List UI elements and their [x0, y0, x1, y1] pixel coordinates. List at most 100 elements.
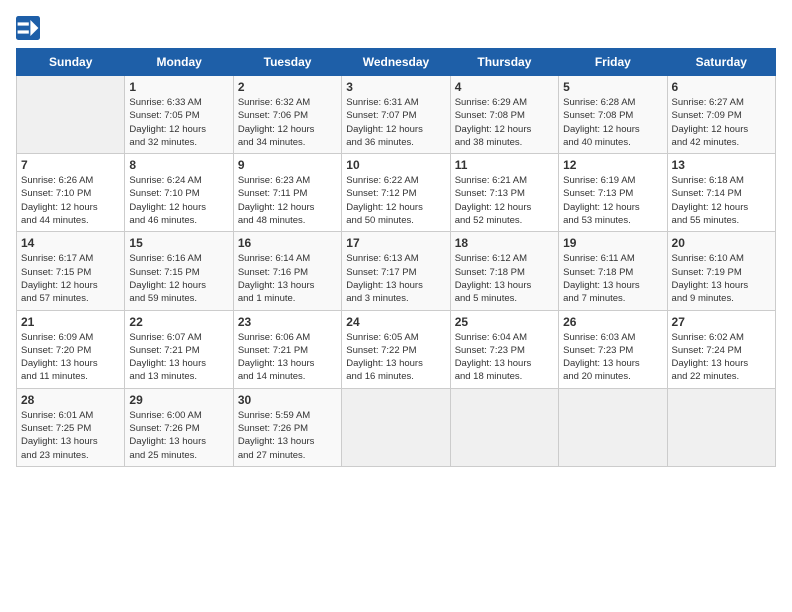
day-cell: 28 Sunrise: 6:01 AMSunset: 7:25 PMDayligh…	[17, 388, 125, 466]
week-row-4: 21 Sunrise: 6:09 AMSunset: 7:20 PMDayligh…	[17, 310, 776, 388]
day-detail: Sunrise: 6:01 AMSunset: 7:25 PMDaylight:…	[21, 409, 120, 462]
day-detail: Sunrise: 6:13 AMSunset: 7:17 PMDaylight:…	[346, 252, 445, 305]
day-number: 8	[129, 158, 228, 172]
day-detail: Sunrise: 6:32 AMSunset: 7:06 PMDaylight:…	[238, 96, 337, 149]
day-cell: 9 Sunrise: 6:23 AMSunset: 7:11 PMDaylight…	[233, 154, 341, 232]
day-detail: Sunrise: 6:02 AMSunset: 7:24 PMDaylight:…	[672, 331, 771, 384]
day-number: 4	[455, 80, 554, 94]
day-number: 13	[672, 158, 771, 172]
day-cell: 2 Sunrise: 6:32 AMSunset: 7:06 PMDaylight…	[233, 76, 341, 154]
day-detail: Sunrise: 6:11 AMSunset: 7:18 PMDaylight:…	[563, 252, 662, 305]
day-cell: 3 Sunrise: 6:31 AMSunset: 7:07 PMDaylight…	[342, 76, 450, 154]
day-cell: 11 Sunrise: 6:21 AMSunset: 7:13 PMDayligh…	[450, 154, 558, 232]
day-number: 25	[455, 315, 554, 329]
day-detail: Sunrise: 6:19 AMSunset: 7:13 PMDaylight:…	[563, 174, 662, 227]
day-cell: 24 Sunrise: 6:05 AMSunset: 7:22 PMDayligh…	[342, 310, 450, 388]
day-detail: Sunrise: 6:06 AMSunset: 7:21 PMDaylight:…	[238, 331, 337, 384]
day-number: 28	[21, 393, 120, 407]
day-number: 10	[346, 158, 445, 172]
day-number: 24	[346, 315, 445, 329]
day-number: 30	[238, 393, 337, 407]
day-detail: Sunrise: 6:27 AMSunset: 7:09 PMDaylight:…	[672, 96, 771, 149]
header-tuesday: Tuesday	[233, 49, 341, 76]
day-detail: Sunrise: 6:31 AMSunset: 7:07 PMDaylight:…	[346, 96, 445, 149]
day-number: 2	[238, 80, 337, 94]
day-detail: Sunrise: 6:12 AMSunset: 7:18 PMDaylight:…	[455, 252, 554, 305]
day-cell	[17, 76, 125, 154]
header-sunday: Sunday	[17, 49, 125, 76]
calendar-header-row: SundayMondayTuesdayWednesdayThursdayFrid…	[17, 49, 776, 76]
header-saturday: Saturday	[667, 49, 775, 76]
day-detail: Sunrise: 6:14 AMSunset: 7:16 PMDaylight:…	[238, 252, 337, 305]
day-cell: 16Sunrise: 6:14 AMSunset: 7:16 PMDayligh…	[233, 232, 341, 310]
day-cell	[667, 388, 775, 466]
header-thursday: Thursday	[450, 49, 558, 76]
day-cell: 7 Sunrise: 6:26 AMSunset: 7:10 PMDaylight…	[17, 154, 125, 232]
week-row-5: 28 Sunrise: 6:01 AMSunset: 7:25 PMDayligh…	[17, 388, 776, 466]
day-detail: Sunrise: 6:26 AMSunset: 7:10 PMDaylight:…	[21, 174, 120, 227]
day-number: 29	[129, 393, 228, 407]
day-cell: 4 Sunrise: 6:29 AMSunset: 7:08 PMDaylight…	[450, 76, 558, 154]
day-number: 22	[129, 315, 228, 329]
day-cell: 10 Sunrise: 6:22 AMSunset: 7:12 PMDayligh…	[342, 154, 450, 232]
logo-icon	[16, 16, 40, 40]
day-cell: 15 Sunrise: 6:16 AMSunset: 7:15 PMDayligh…	[125, 232, 233, 310]
day-number: 18	[455, 236, 554, 250]
header-wednesday: Wednesday	[342, 49, 450, 76]
day-cell: 14 Sunrise: 6:17 AMSunset: 7:15 PMDayligh…	[17, 232, 125, 310]
day-detail: Sunrise: 6:05 AMSunset: 7:22 PMDaylight:…	[346, 331, 445, 384]
day-detail: Sunrise: 6:33 AMSunset: 7:05 PMDaylight:…	[129, 96, 228, 149]
day-detail: Sunrise: 6:21 AMSunset: 7:13 PMDaylight:…	[455, 174, 554, 227]
day-cell: 13 Sunrise: 6:18 AMSunset: 7:14 PMDayligh…	[667, 154, 775, 232]
day-detail: Sunrise: 6:29 AMSunset: 7:08 PMDaylight:…	[455, 96, 554, 149]
day-number: 26	[563, 315, 662, 329]
day-number: 5	[563, 80, 662, 94]
day-number: 15	[129, 236, 228, 250]
day-number: 9	[238, 158, 337, 172]
day-cell: 29 Sunrise: 6:00 AMSunset: 7:26 PMDayligh…	[125, 388, 233, 466]
day-cell: 20Sunrise: 6:10 AMSunset: 7:19 PMDayligh…	[667, 232, 775, 310]
day-detail: Sunrise: 6:17 AMSunset: 7:15 PMDaylight:…	[21, 252, 120, 305]
day-number: 20	[672, 236, 771, 250]
day-detail: Sunrise: 6:22 AMSunset: 7:12 PMDaylight:…	[346, 174, 445, 227]
day-number: 1	[129, 80, 228, 94]
calendar-table: SundayMondayTuesdayWednesdayThursdayFrid…	[16, 48, 776, 467]
day-cell: 17 Sunrise: 6:13 AMSunset: 7:17 PMDayligh…	[342, 232, 450, 310]
day-detail: Sunrise: 6:04 AMSunset: 7:23 PMDaylight:…	[455, 331, 554, 384]
header-monday: Monday	[125, 49, 233, 76]
week-row-1: 1 Sunrise: 6:33 AMSunset: 7:05 PMDaylight…	[17, 76, 776, 154]
day-number: 12	[563, 158, 662, 172]
day-number: 14	[21, 236, 120, 250]
day-number: 7	[21, 158, 120, 172]
day-detail: Sunrise: 6:09 AMSunset: 7:20 PMDaylight:…	[21, 331, 120, 384]
day-number: 21	[21, 315, 120, 329]
day-number: 19	[563, 236, 662, 250]
day-detail: Sunrise: 6:24 AMSunset: 7:10 PMDaylight:…	[129, 174, 228, 227]
day-number: 17	[346, 236, 445, 250]
day-detail: Sunrise: 6:18 AMSunset: 7:14 PMDaylight:…	[672, 174, 771, 227]
header	[16, 16, 776, 40]
day-number: 11	[455, 158, 554, 172]
day-detail: Sunrise: 6:07 AMSunset: 7:21 PMDaylight:…	[129, 331, 228, 384]
day-cell: 21 Sunrise: 6:09 AMSunset: 7:20 PMDayligh…	[17, 310, 125, 388]
day-cell: 25 Sunrise: 6:04 AMSunset: 7:23 PMDayligh…	[450, 310, 558, 388]
day-detail: Sunrise: 6:00 AMSunset: 7:26 PMDaylight:…	[129, 409, 228, 462]
day-cell: 30 Sunrise: 5:59 AMSunset: 7:26 PMDayligh…	[233, 388, 341, 466]
day-cell	[450, 388, 558, 466]
day-detail: Sunrise: 6:16 AMSunset: 7:15 PMDaylight:…	[129, 252, 228, 305]
day-detail: Sunrise: 6:28 AMSunset: 7:08 PMDaylight:…	[563, 96, 662, 149]
day-cell: 8 Sunrise: 6:24 AMSunset: 7:10 PMDaylight…	[125, 154, 233, 232]
day-cell: 23Sunrise: 6:06 AMSunset: 7:21 PMDayligh…	[233, 310, 341, 388]
day-cell: 1 Sunrise: 6:33 AMSunset: 7:05 PMDaylight…	[125, 76, 233, 154]
day-number: 27	[672, 315, 771, 329]
header-friday: Friday	[559, 49, 667, 76]
day-cell: 12 Sunrise: 6:19 AMSunset: 7:13 PMDayligh…	[559, 154, 667, 232]
day-number: 3	[346, 80, 445, 94]
day-cell: 26Sunrise: 6:03 AMSunset: 7:23 PMDayligh…	[559, 310, 667, 388]
day-detail: Sunrise: 5:59 AMSunset: 7:26 PMDaylight:…	[238, 409, 337, 462]
day-cell: 27 Sunrise: 6:02 AMSunset: 7:24 PMDayligh…	[667, 310, 775, 388]
day-cell: 19 Sunrise: 6:11 AMSunset: 7:18 PMDayligh…	[559, 232, 667, 310]
day-detail: Sunrise: 6:23 AMSunset: 7:11 PMDaylight:…	[238, 174, 337, 227]
day-cell: 22 Sunrise: 6:07 AMSunset: 7:21 PMDayligh…	[125, 310, 233, 388]
day-cell	[342, 388, 450, 466]
